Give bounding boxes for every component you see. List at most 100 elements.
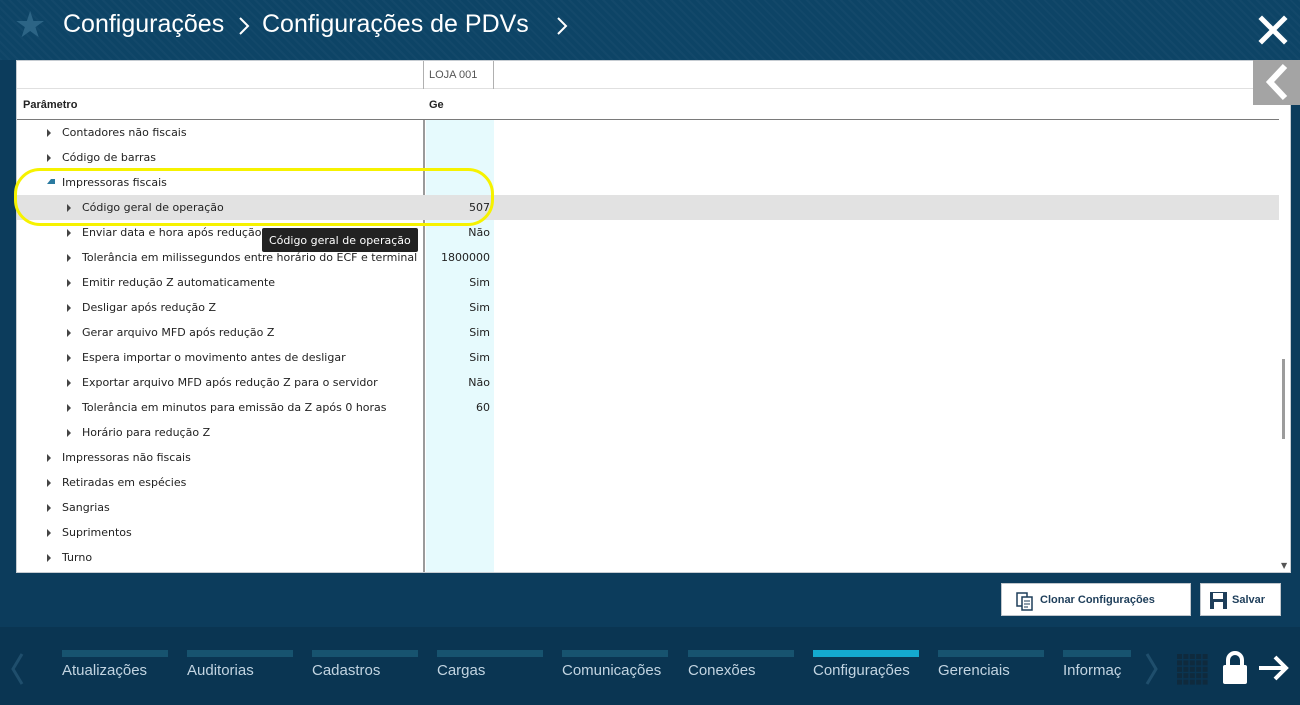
caret-right-icon[interactable] <box>47 154 51 162</box>
nav-item-bar <box>938 650 1044 657</box>
caret-right-icon[interactable] <box>47 129 51 137</box>
tree-group-row[interactable]: Sangrias <box>17 495 1279 520</box>
row-label: Impressoras não fiscais <box>62 451 191 464</box>
nav-item-label: Gerenciais <box>938 662 1010 679</box>
store-column-header[interactable]: LOJA 001 <box>423 61 494 89</box>
caret-right-icon[interactable] <box>67 329 71 337</box>
nav-item[interactable]: Auditorias <box>187 650 293 690</box>
row-value[interactable]: Sim <box>426 276 490 289</box>
tooltip: Código geral de operação <box>262 228 418 252</box>
caret-right-icon[interactable] <box>47 529 51 537</box>
lock-icon[interactable] <box>1221 651 1249 685</box>
row-label: Horário para redução Z <box>82 426 211 439</box>
apps-grid-icon[interactable] <box>1176 653 1208 685</box>
clone-config-button[interactable]: Clonar Configurações <box>1001 583 1191 616</box>
tree-group-row[interactable]: Turno <box>17 545 1279 570</box>
row-value[interactable]: Sim <box>426 326 490 339</box>
nav-item-label: Cargas <box>437 662 486 679</box>
caret-right-icon[interactable] <box>47 479 51 487</box>
row-label: Emitir redução Z automaticamente <box>82 276 276 289</box>
caret-right-icon[interactable] <box>67 279 71 287</box>
row-label: Suprimentos <box>62 526 132 539</box>
row-value[interactable]: 1800000 <box>426 251 490 264</box>
caret-right-icon[interactable] <box>47 454 51 462</box>
row-label: Desligar após redução Z <box>82 301 217 314</box>
row-value[interactable]: Não <box>426 376 490 389</box>
row-label: Enviar data e hora após redução Z <box>82 226 273 239</box>
value-column-header[interactable]: Ge <box>429 99 444 111</box>
nav-item-label: Auditorias <box>187 662 254 679</box>
caret-right-icon[interactable] <box>67 254 71 262</box>
tree-param-row[interactable]: Exportar arquivo MFD após redução Z para… <box>17 370 1279 395</box>
nav-item-bar <box>1063 650 1131 657</box>
tree-group-row[interactable]: Contadores não fiscais <box>17 120 1279 145</box>
nav-item[interactable]: Conexões <box>688 650 794 690</box>
nav-item-bar <box>312 650 418 657</box>
tree-param-row[interactable]: Desligar após redução Z Sim <box>17 295 1279 320</box>
scrollbar-thumb[interactable] <box>1282 359 1285 439</box>
breadcrumb-configuracoes-pdvs[interactable]: Configurações de PDVs <box>262 10 529 39</box>
row-label: Espera importar o movimento antes de des… <box>82 351 346 364</box>
row-label: Turno <box>62 551 93 564</box>
tree-param-row[interactable]: Tolerância em minutos para emissão da Z … <box>17 395 1279 420</box>
tree-param-row[interactable]: Espera importar o movimento antes de des… <box>17 345 1279 370</box>
caret-right-icon[interactable] <box>67 429 71 437</box>
nav-item[interactable]: Gerenciais <box>938 650 1044 690</box>
save-label: Salvar <box>1232 594 1266 606</box>
row-value[interactable]: Sim <box>426 351 490 364</box>
save-button[interactable]: Salvar <box>1200 583 1281 616</box>
row-label: Contadores não fiscais <box>62 126 187 139</box>
nav-item-bar <box>187 650 293 657</box>
tree-group-row[interactable]: Suprimentos <box>17 520 1279 545</box>
row-label: Tolerância em minutos para emissão da Z … <box>82 401 387 414</box>
tree-param-row[interactable]: Emitir redução Z automaticamente Sim <box>17 270 1279 295</box>
nav-item[interactable]: Atualizações <box>62 650 168 690</box>
nav-next-icon[interactable] <box>1145 652 1159 686</box>
nav-prev-icon[interactable] <box>10 652 24 686</box>
tree-param-row[interactable]: Tolerância em milissegundos entre horári… <box>17 245 1279 270</box>
nav-item-label: Cadastros <box>312 662 381 679</box>
exit-arrow-icon[interactable] <box>1257 654 1291 682</box>
tree-group-row[interactable]: Código de barras <box>17 145 1279 170</box>
clone-config-label: Clonar Configurações <box>1040 594 1155 606</box>
row-label: Retiradas em espécies <box>62 476 187 489</box>
caret-right-icon[interactable] <box>47 554 51 562</box>
row-value[interactable]: Sim <box>426 301 490 314</box>
tree-param-row[interactable]: Horário para redução Z <box>17 420 1279 445</box>
caret-right-icon[interactable] <box>67 229 71 237</box>
nav-item[interactable]: Informaç <box>1063 650 1131 690</box>
nav-item[interactable]: Comunicações <box>562 650 668 690</box>
nav-item-label: Atualizações <box>62 662 148 679</box>
breadcrumb-configuracoes[interactable]: Configurações <box>63 10 224 39</box>
nav-item[interactable]: Cadastros <box>312 650 418 690</box>
caret-right-icon[interactable] <box>67 304 71 312</box>
tree-group-row[interactable]: Impressoras não fiscais <box>17 445 1279 470</box>
row-value[interactable]: Não <box>426 226 490 239</box>
param-column-header[interactable]: Parâmetro <box>23 99 77 111</box>
close-icon[interactable] <box>1258 15 1288 45</box>
grid-header-top <box>17 61 1290 89</box>
row-label: Tolerância em milissegundos entre horári… <box>82 251 418 264</box>
nav-item-bar <box>813 650 919 657</box>
annotation-highlight <box>14 168 494 226</box>
caret-right-icon[interactable] <box>67 404 71 412</box>
nav-item-label: Conexões <box>688 662 756 679</box>
side-panel-toggle[interactable] <box>1253 60 1300 105</box>
nav-item[interactable]: Configurações <box>813 650 919 690</box>
tree-group-row[interactable]: Retiradas em espécies <box>17 470 1279 495</box>
tree-param-row[interactable]: Gerar arquivo MFD após redução Z Sim <box>17 320 1279 345</box>
scrollbar[interactable] <box>1279 119 1290 572</box>
caret-right-icon[interactable] <box>47 504 51 512</box>
config-grid: LOJA 001 Parâmetro Ge Contadores não fis… <box>16 60 1291 573</box>
caret-right-icon[interactable] <box>67 379 71 387</box>
chevron-left-icon <box>1265 63 1288 101</box>
nav-item[interactable]: Cargas <box>437 650 543 690</box>
chevron-right-icon[interactable] <box>555 14 569 38</box>
nav-item-bar <box>688 650 794 657</box>
copy-icon <box>1016 592 1033 611</box>
nav-item-bar <box>437 650 543 657</box>
star-icon[interactable]: ★ <box>14 8 50 44</box>
caret-right-icon[interactable] <box>67 354 71 362</box>
scroll-down-icon[interactable]: ▼ <box>1281 561 1287 570</box>
row-value[interactable]: 60 <box>426 401 490 414</box>
